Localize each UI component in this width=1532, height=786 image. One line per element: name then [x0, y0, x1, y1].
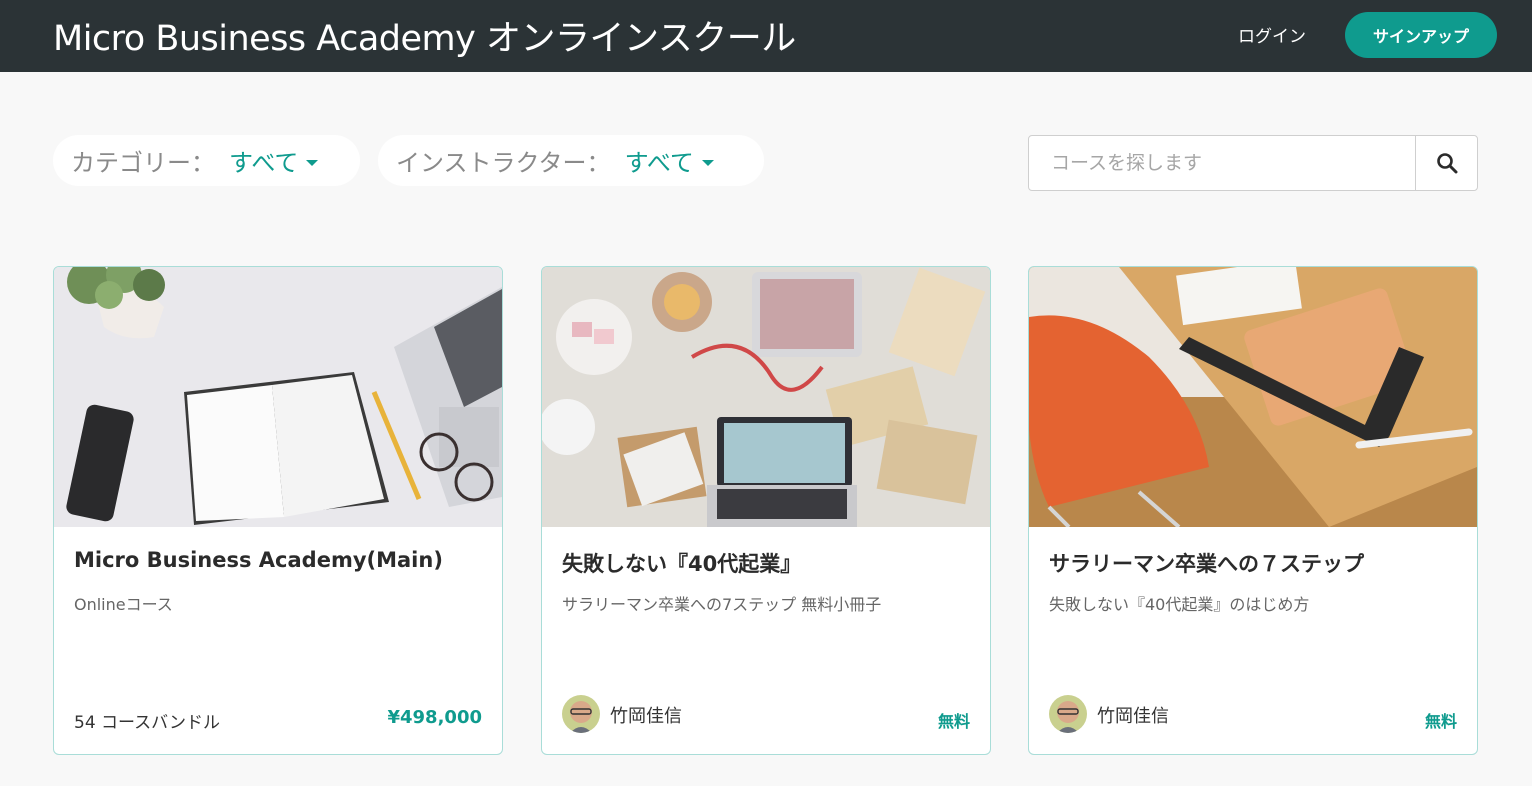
course-card[interactable]: サラリーマン卒業への７ステップ 失敗しない『40代起業』のはじめ方 竹岡佳信 無… [1028, 266, 1478, 755]
search-button[interactable] [1415, 136, 1477, 190]
caret-down-icon[interactable] [306, 159, 319, 166]
category-filter-value[interactable]: すべて [229, 143, 298, 178]
course-price: 無料 [1424, 712, 1457, 731]
signup-button[interactable]: サインアップ [1345, 12, 1497, 58]
category-filter[interactable]: カテゴリー： すべて [53, 135, 360, 186]
course-subtitle: 失敗しない『40代起業』のはじめ方 [1049, 595, 1310, 614]
instructor-filter-label: インストラクター： [396, 149, 611, 177]
course-subtitle: サラリーマン卒業への7ステップ 無料小冊子 [562, 595, 882, 614]
top-navbar: Micro Business Academy オンラインスクール ログイン サイ… [0, 0, 1532, 72]
search-input[interactable] [1029, 136, 1415, 190]
course-card[interactable]: 失敗しない『40代起業』 サラリーマン卒業への7ステップ 無料小冊子 竹岡佳信 … [541, 266, 991, 755]
course-card[interactable]: Micro Business Academy(Main) Onlineコース 5… [53, 266, 503, 755]
course-image-desk[interactable] [54, 267, 502, 527]
instructor-filter-value[interactable]: すべて [625, 143, 694, 178]
search-icon [1436, 153, 1457, 174]
instructor-avatar [1049, 695, 1087, 733]
course-price: ¥498,000 [387, 707, 482, 728]
course-title[interactable]: サラリーマン卒業への７ステップ [1049, 548, 1364, 578]
instructor-filter[interactable]: インストラクター： すべて [378, 135, 764, 186]
course-title[interactable]: 失敗しない『40代起業』 [562, 548, 801, 578]
course-subtitle: Onlineコース [74, 595, 173, 614]
course-image-crafts[interactable] [542, 267, 990, 527]
login-link[interactable]: ログイン [1238, 22, 1306, 47]
course-image-workspace[interactable] [1029, 267, 1477, 527]
site-title[interactable]: Micro Business Academy オンラインスクール [53, 10, 796, 61]
instructor-name: 竹岡佳信 [1097, 706, 1169, 727]
instructor-avatar [562, 695, 600, 733]
course-title[interactable]: Micro Business Academy(Main) [74, 548, 443, 572]
category-filter-label: カテゴリー： [71, 149, 215, 177]
caret-down-icon[interactable] [701, 159, 714, 166]
course-price: 無料 [937, 712, 970, 731]
course-bundle-count: 54 コースバンドル [74, 713, 221, 733]
instructor-name: 竹岡佳信 [610, 706, 682, 727]
course-search [1028, 135, 1478, 191]
